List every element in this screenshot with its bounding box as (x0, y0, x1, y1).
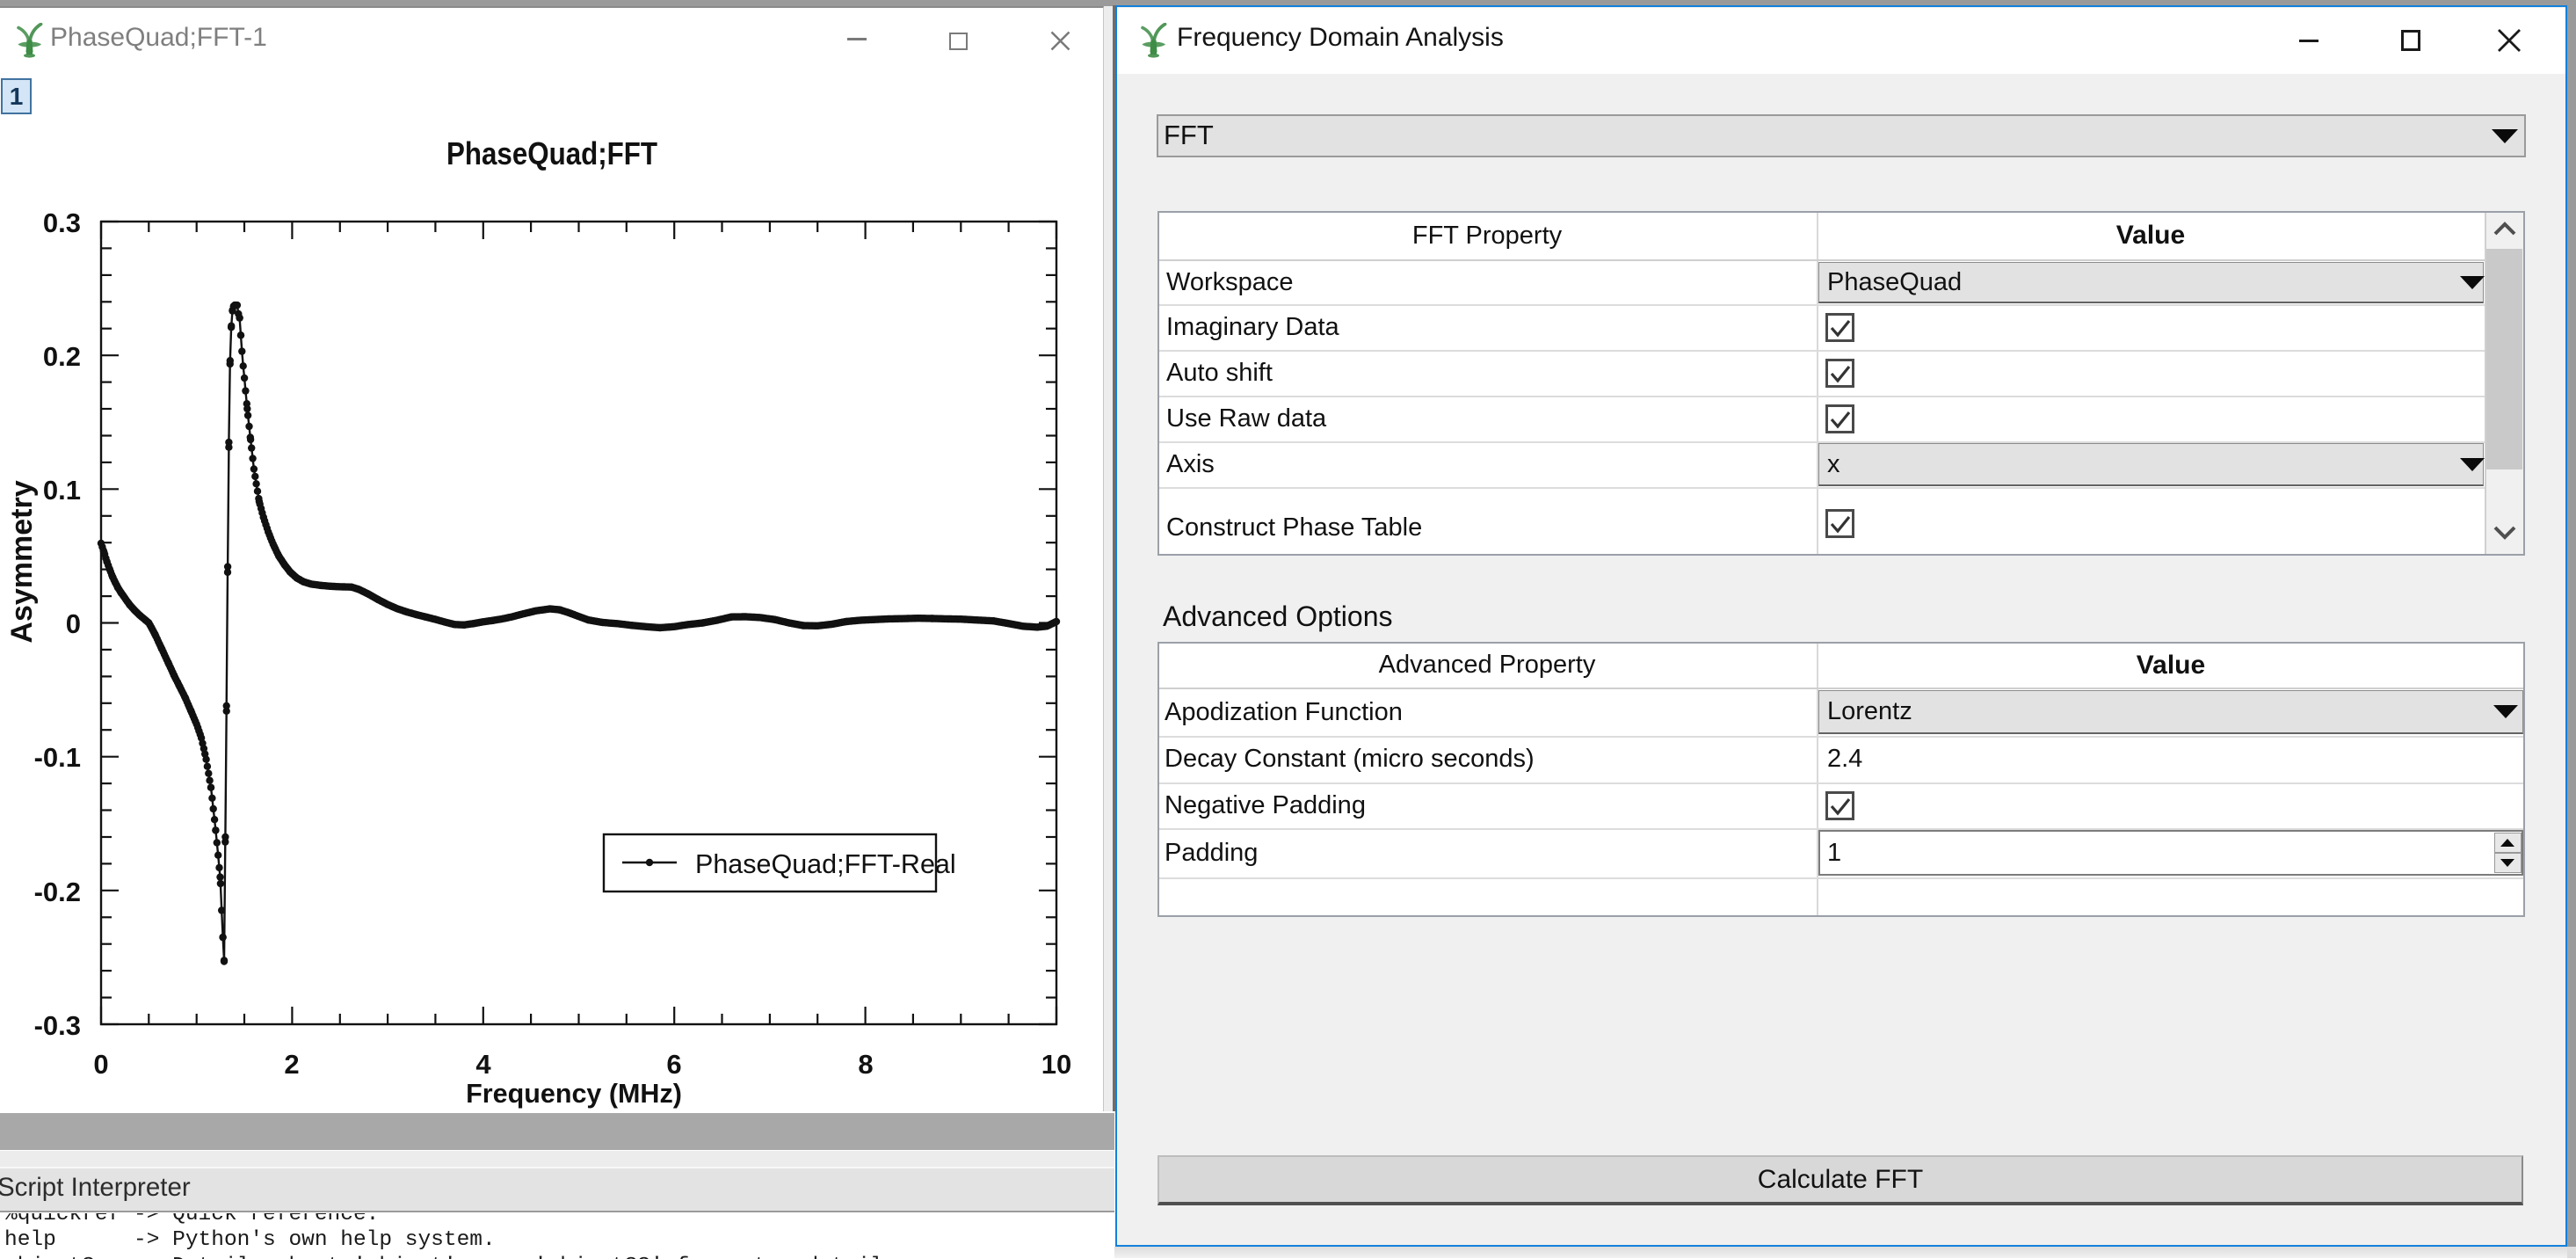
svg-text:0.3: 0.3 (43, 207, 81, 238)
svg-text:10: 10 (1041, 1049, 1071, 1080)
svg-text:8: 8 (858, 1049, 873, 1080)
svg-text:PhaseQuad;FFT: PhaseQuad;FFT (446, 135, 657, 171)
svg-text:0: 0 (93, 1049, 108, 1080)
svg-text:Asymmetry: Asymmetry (5, 480, 39, 643)
svg-text:0.1: 0.1 (43, 475, 81, 506)
svg-text:4: 4 (475, 1049, 491, 1080)
svg-text:6: 6 (666, 1049, 681, 1080)
svg-text:2: 2 (284, 1049, 299, 1080)
svg-text:-0.2: -0.2 (34, 877, 81, 907)
svg-text:Frequency (MHz): Frequency (MHz) (466, 1079, 682, 1109)
svg-text:-0.3: -0.3 (34, 1010, 81, 1041)
svg-text:0: 0 (66, 608, 81, 639)
svg-text:-0.1: -0.1 (34, 742, 81, 773)
svg-text:0.2: 0.2 (43, 341, 81, 372)
svg-text:PhaseQuad;FFT-Real: PhaseQuad;FFT-Real (695, 849, 956, 879)
